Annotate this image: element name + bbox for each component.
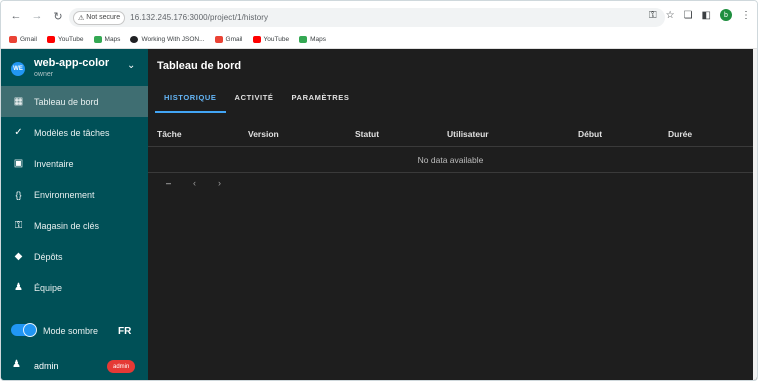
maps-icon [299,36,308,43]
bookmark-label: YouTube [57,36,84,43]
role-badge: admin [107,360,136,373]
sidebar-item-environment[interactable]: {} Environnement [1,179,148,210]
main-content: Tableau de bord HISTORIQUE ACTIVITÉ PARA… [148,49,757,380]
tab-activity[interactable]: ACTIVITÉ [226,87,283,113]
user-name: admin [34,361,59,371]
bookmark-youtube[interactable]: YouTube [46,36,84,43]
monitor-icon: ▣ [13,158,24,169]
forward-icon[interactable]: → [28,7,46,25]
warning-icon: ⚠ [78,14,85,22]
sidebar: WE web-app-color owner ⌄ ▦ Tableau de bo… [1,49,148,380]
maps-icon [93,36,102,43]
sidebar-item-label: Environnement [34,189,95,200]
project-role: owner [34,71,54,78]
address-bar[interactable]: ⚠ Not secure 16.132.245.176:3000/project… [69,8,665,27]
gmail-icon [214,36,223,43]
sidebar-item-team[interactable]: ♟ Équipe [1,272,148,303]
column-header[interactable]: Durée [668,129,692,139]
browser-toolbar: ← → ↻ ⚠ Not secure 16.132.245.176:3000/p… [1,1,757,31]
sidebar-item-label: Magasin de clés [34,220,100,231]
project-switcher[interactable]: WE web-app-color owner ⌄ [1,49,148,86]
user-row[interactable]: ♟ admin admin [1,354,148,378]
sidebar-item-label: Inventaire [34,158,74,169]
bookmarks-bar: Gmail YouTube Maps Working With JSON... … [1,31,757,49]
project-name: web-app-color [34,57,110,69]
language-switch[interactable]: FR [118,326,131,337]
project-avatar: WE [11,62,25,76]
bookmark-label: Maps [310,36,326,43]
toggle-knob [23,323,37,337]
bookmark-label: Working With JSON... [141,36,205,43]
dark-mode-row: Mode sombre FR [1,318,148,344]
column-header[interactable]: Version [248,129,279,139]
sidebar-item-label: Dépôts [34,251,63,262]
youtube-icon [46,36,55,43]
column-header[interactable]: Utilisateur [447,129,489,139]
tab-bar: HISTORIQUE ACTIVITÉ PARAMÈTRES [155,87,358,113]
bookmark-maps-2[interactable]: Maps [299,36,326,43]
github-icon [130,36,139,43]
bookmark-label: Gmail [20,36,37,43]
sidebar-item-label: Modèles de tâches [34,127,110,138]
team-icon: ♟ [14,282,23,293]
sidebar-item-label: Équipe [34,282,63,293]
bookmark-gmail-2[interactable]: Gmail [214,36,243,43]
security-chip[interactable]: ⚠ Not secure [73,10,126,25]
chevron-down-icon: ⌄ [127,60,136,71]
history-table: Tâche Version Statut Utilisateur Début D… [148,122,753,173]
page-range: – [166,178,172,188]
braces-icon: {} [15,189,22,200]
reload-icon[interactable]: ↻ [49,7,67,25]
tab-history[interactable]: HISTORIQUE [155,87,226,113]
page-title: Tableau de bord [157,60,242,72]
column-header[interactable]: Tâche [157,129,182,139]
sidebar-item-templates[interactable]: ✓ Modèles de tâches [1,117,148,148]
git-icon: ◆ [14,251,23,262]
extensions-icon[interactable]: ❏ [684,10,693,21]
chevron-right-icon[interactable]: › [218,178,221,188]
dark-mode-label: Mode sombre [43,326,99,336]
profile-avatar[interactable]: b [720,9,732,21]
gmail-icon [9,36,17,43]
user-icon: ♟ [12,359,21,370]
tab-settings[interactable]: PARAMÈTRES [283,87,359,113]
sidebar-item-label: Tableau de bord [34,96,99,107]
sidebar-item-inventory[interactable]: ▣ Inventaire [1,148,148,179]
back-icon[interactable]: ← [7,7,25,25]
checks-icon: ✓ [14,127,23,138]
bookmark-label: YouTube [263,36,290,43]
star-icon[interactable]: ☆ [666,10,675,21]
bookmark-maps[interactable]: Maps [93,36,121,43]
sidebar-item-repositories[interactable]: ◆ Dépôts [1,241,148,272]
scrollbar[interactable] [753,49,757,380]
password-key-icon[interactable]: ⚿ [649,10,657,21]
table-header: Tâche Version Statut Utilisateur Début D… [148,122,753,147]
bookmark-label: Maps [104,36,121,43]
app-root: WE web-app-color owner ⌄ ▦ Tableau de bo… [1,49,757,380]
browser-window: ← → ↻ ⚠ Not secure 16.132.245.176:3000/p… [0,0,758,381]
security-label: Not secure [86,14,121,21]
url-text: 16.132.245.176:3000/project/1/history [130,13,269,22]
bookmark-json[interactable]: Working With JSON... [130,36,205,43]
chevron-left-icon[interactable]: ‹ [193,178,196,188]
toolbar-icons: ⚿ ☆ ❏ ◧ b ⋮ [649,9,751,21]
bookmark-youtube-2[interactable]: YouTube [252,36,290,43]
menu-icon[interactable]: ⋮ [741,10,751,21]
column-header[interactable]: Statut [355,129,379,139]
sidebar-item-dashboard[interactable]: ▦ Tableau de bord [1,86,148,117]
column-header[interactable]: Début [578,129,602,139]
sidepanel-icon[interactable]: ◧ [702,10,711,21]
sidebar-nav: ▦ Tableau de bord ✓ Modèles de tâches ▣ … [1,86,148,303]
key-icon: ⚿ [14,220,23,231]
dark-mode-toggle[interactable] [11,323,37,337]
empty-state: No data available [148,147,753,173]
pagination: – ‹ › [166,178,221,188]
youtube-icon [252,36,261,43]
bookmark-label: Gmail [225,36,243,43]
sidebar-item-keystore[interactable]: ⚿ Magasin de clés [1,210,148,241]
bookmark-gmail[interactable]: Gmail [9,36,37,43]
dashboard-icon: ▦ [13,96,24,107]
